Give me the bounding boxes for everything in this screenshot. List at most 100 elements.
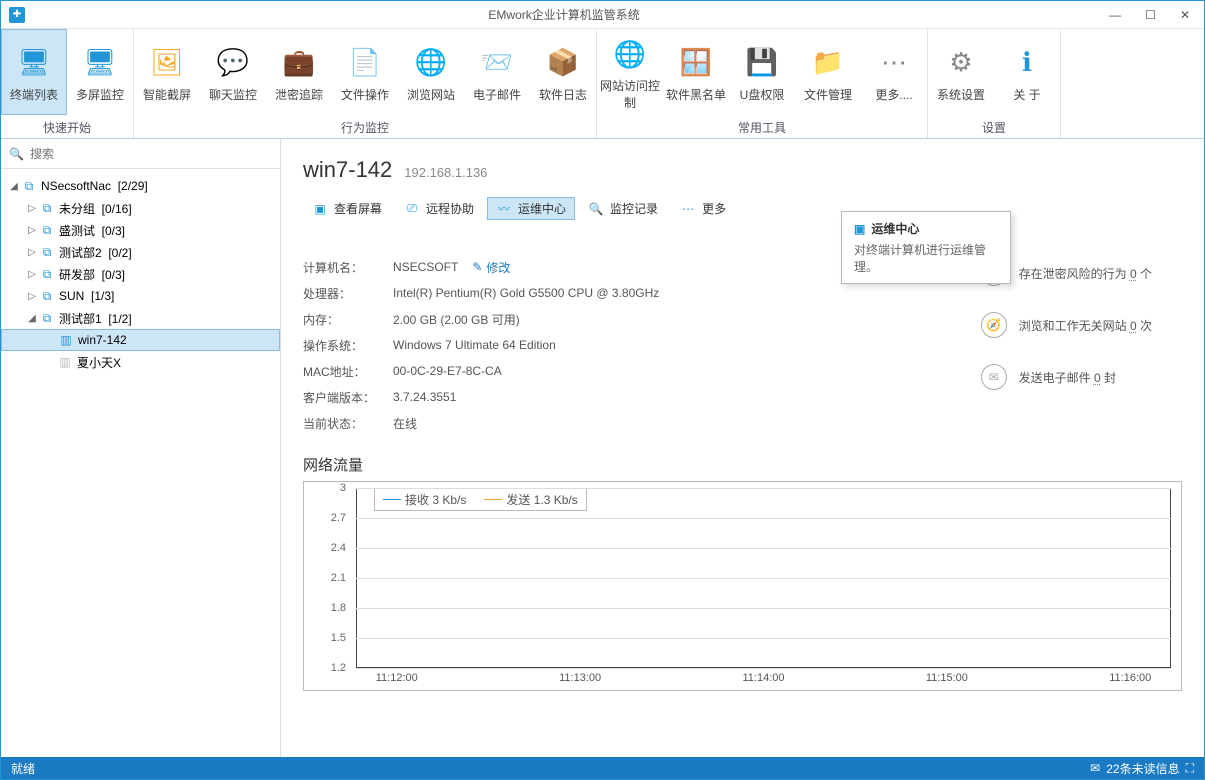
ribbon-site-ctrl[interactable]: 🌐网站访问控制 [597, 29, 663, 115]
ribbon-smart-cap[interactable]: 🖼智能截屏 [134, 29, 200, 115]
xtick: 11:15:00 [926, 672, 968, 684]
unread-count: 22条未读信息 [1106, 760, 1179, 777]
info-key: MAC地址： [303, 363, 393, 380]
gridline [356, 608, 1171, 609]
action-bar: ▣查看屏幕⎚远程协助〰运维中心🔍监控记录⋯更多 [303, 197, 1182, 220]
ribbon-sys-set[interactable]: ⚙系统设置 [928, 29, 994, 115]
ribbon-chat-mon[interactable]: 💬聊天监控 [200, 29, 266, 115]
group-icon: ⧉ [39, 222, 55, 238]
info-block: 计算机名：NSECSOFT ✎修改处理器：Intel(R) Pentium(R) … [303, 254, 1182, 436]
xtick: 11:16:00 [1109, 672, 1151, 684]
info-key: 内存： [303, 311, 393, 328]
tree-node[interactable]: ◢⧉NSecsoftNac [2/29] [1, 175, 280, 197]
ribbon-usb-perm[interactable]: 💾U盘权限 [729, 29, 795, 115]
network-icon: ⧉ [21, 178, 37, 194]
tree-node[interactable]: ▥夏小天X [1, 351, 280, 373]
ribbon-group-label: 设置 [928, 116, 1060, 138]
folder-icon: 📁 [811, 46, 845, 80]
tree-node[interactable]: ▷⧉SUN [1/3] [1, 285, 280, 307]
info-value: 2.00 GB (2.00 GB 可用) [393, 311, 520, 328]
status-text: 就绪 [11, 760, 35, 777]
info-key: 当前状态： [303, 415, 393, 432]
tree-node[interactable]: ▷⧉未分组 [0/16] [1, 197, 280, 219]
tooltip-title: 运维中心 [871, 220, 919, 237]
info-value: 3.7.24.3551 [393, 390, 456, 404]
ribbon-about[interactable]: ℹ关 于 [994, 29, 1060, 115]
ribbon-swlog[interactable]: 📦 软件日志 [530, 29, 596, 115]
info-value: 在线 [393, 415, 417, 432]
xtick: 11:13:00 [559, 672, 601, 684]
ribbon-label: 聊天监控 [209, 86, 257, 103]
minimize-button[interactable]: — [1103, 6, 1127, 24]
action-remote-assist[interactable]: ⎚远程协助 [395, 197, 483, 220]
group-icon: ⧉ [39, 310, 55, 326]
search-input[interactable] [30, 147, 272, 161]
stat-number[interactable]: 0 [1130, 319, 1137, 333]
ribbon-label: 浏览网站 [407, 86, 455, 103]
action-label: 运维中心 [518, 200, 566, 217]
info-value: NSECSOFT [393, 260, 458, 274]
info-row: 客户端版本：3.7.24.3551 [303, 384, 659, 410]
info-key: 计算机名： [303, 259, 393, 276]
xtick: 11:14:00 [742, 672, 784, 684]
stat-row: ✉发送电子邮件 0 封 [981, 364, 1152, 390]
ribbon-sw-blacklist[interactable]: 🪟软件黑名单 [663, 29, 729, 115]
ribbon-label: 软件日志 [539, 86, 587, 103]
compass-icon: 🧭 [981, 312, 1007, 338]
action-view-screen[interactable]: ▣查看屏幕 [303, 197, 391, 220]
ribbon-group-label: 快速开始 [1, 116, 133, 138]
expand-icon[interactable]: ⛶ [1186, 761, 1194, 776]
message-icon: ✉ [1090, 761, 1100, 775]
ribbon-leak-trace[interactable]: 💼泄密追踪 [266, 29, 332, 115]
ribbon-label: 终端列表 [10, 86, 58, 103]
maximize-button[interactable]: ☐ [1139, 6, 1162, 24]
computer-tree: ◢⧉NSecsoftNac [2/29]▷⧉未分组 [0/16]▷⧉盛测试 [0… [1, 169, 280, 757]
ribbon-email[interactable]: 📨电子邮件 [464, 29, 530, 115]
search-box[interactable]: 🔍 [1, 139, 280, 169]
ribbon-terminal-list[interactable]: 🖥终端列表 [1, 29, 67, 115]
info-key: 操作系统： [303, 337, 393, 354]
app-logo-icon: ✚ [9, 7, 25, 23]
hostname: win7-142 [303, 157, 392, 183]
info-row: 处理器：Intel(R) Pentium(R) Gold G5500 CPU @… [303, 280, 659, 306]
info-value: Intel(R) Pentium(R) Gold G5500 CPU @ 3.8… [393, 286, 659, 300]
status-right[interactable]: ✉ 22条未读信息 ⛶ [1090, 760, 1194, 777]
action-more-actions[interactable]: ⋯更多 [671, 197, 735, 220]
ytick: 1.8 [331, 602, 346, 614]
ribbon-file-mgr[interactable]: 📁文件管理 [795, 29, 861, 115]
ribbon-file-op[interactable]: 📄文件操作 [332, 29, 398, 115]
tree-node[interactable]: ▷⧉盛测试 [0/3] [1, 219, 280, 241]
xtick: 11:12:00 [376, 672, 418, 684]
ytick: 1.2 [331, 662, 346, 674]
monitor-icon: 🖥 [83, 46, 117, 80]
gridline [356, 638, 1171, 639]
network-chart: 接收 3 Kb/s 发送 1.3 Kb/s 1.21.51.82.12.42.7… [303, 481, 1182, 691]
ribbon-multi-screen[interactable]: 🖥多屏监控 [67, 29, 133, 115]
tree-node[interactable]: ▷⧉测试部2 [0/2] [1, 241, 280, 263]
action-ops-center[interactable]: 〰运维中心 [487, 197, 575, 220]
detail-header: win7-142 192.168.1.136 [303, 157, 1182, 183]
tree-node[interactable]: ◢⧉测试部1 [1/2] [1, 307, 280, 329]
envelope-icon: ✉ [981, 364, 1007, 390]
action-monitor-log[interactable]: 🔍监控记录 [579, 197, 667, 220]
usb-icon: 💾 [745, 46, 779, 80]
action-label: 远程协助 [426, 200, 474, 217]
ribbon-more[interactable]: ⋯更多.... [861, 29, 927, 115]
group-icon: ⧉ [39, 244, 55, 260]
cube-icon: 📦 [546, 46, 580, 80]
ribbon-browse[interactable]: 🌐浏览网站 [398, 29, 464, 115]
edit-name-link[interactable]: ✎修改 [472, 259, 510, 276]
detail-panel: win7-142 192.168.1.136 ▣查看屏幕⎚远程协助〰运维中心🔍监… [281, 139, 1204, 757]
stat-number[interactable]: 0 [1094, 371, 1101, 385]
close-button[interactable]: ✕ [1174, 6, 1196, 24]
tree-node[interactable]: ▥win7-142 [1, 329, 280, 351]
ribbon-label: 泄密追踪 [275, 86, 323, 103]
pc-offline-icon: ▥ [57, 354, 73, 370]
search-icon: 🔍 [9, 147, 24, 161]
tree-node[interactable]: ▷⧉研发部 [0/3] [1, 263, 280, 285]
info-row: MAC地址：00-0C-29-E7-8C-CA [303, 358, 659, 384]
chart-plot [356, 488, 1171, 668]
stat-number[interactable]: 0 [1130, 267, 1137, 281]
info-value: 00-0C-29-E7-8C-CA [393, 364, 502, 378]
host-ip: 192.168.1.136 [404, 165, 487, 180]
